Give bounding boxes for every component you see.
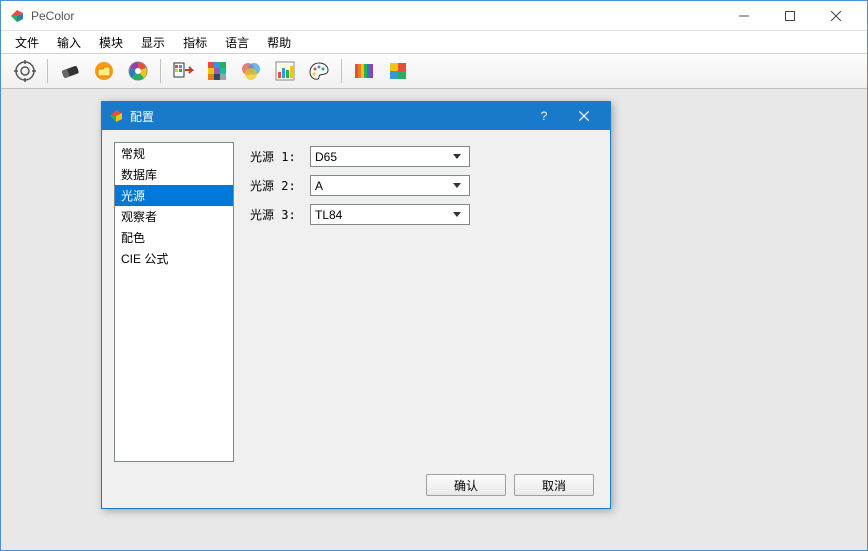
illuminant-1-label: 光源 1:: [250, 148, 310, 165]
cancel-button[interactable]: 取消: [514, 474, 594, 496]
combo-value: TL84: [315, 208, 449, 222]
illuminant-3-combo[interactable]: TL84: [310, 204, 470, 225]
app-icon: [9, 8, 25, 24]
color-wheel-icon[interactable]: [124, 57, 152, 85]
category-matching[interactable]: 配色: [115, 227, 233, 248]
combo-value: D65: [315, 150, 449, 164]
spectrum-icon[interactable]: [350, 57, 378, 85]
setting-row-1: 光源 1: D65: [250, 146, 598, 167]
menu-input[interactable]: 输入: [49, 32, 89, 53]
maximize-button[interactable]: [767, 1, 813, 31]
main-window: PeColor 文件 输入 模块 显示 指标 语言 帮助: [0, 0, 868, 551]
minimize-button[interactable]: [721, 1, 767, 31]
gear-icon[interactable]: [11, 57, 39, 85]
ok-button[interactable]: 确认: [426, 474, 506, 496]
folder-icon[interactable]: [90, 57, 118, 85]
category-observer[interactable]: 观察者: [115, 206, 233, 227]
chart-icon[interactable]: [271, 57, 299, 85]
menu-display[interactable]: 显示: [133, 32, 173, 53]
category-illuminant[interactable]: 光源: [115, 185, 233, 206]
dialog-help-button[interactable]: ?: [524, 102, 564, 130]
dialog-close-button[interactable]: [564, 102, 604, 130]
close-button[interactable]: [813, 1, 859, 31]
dialog-body: 常规 数据库 光源 观察者 配色 CIE 公式 光源 1: D65: [102, 130, 610, 508]
menu-index[interactable]: 指标: [175, 32, 215, 53]
menu-help[interactable]: 帮助: [259, 32, 299, 53]
dialog-titlebar[interactable]: 配置 ?: [102, 102, 610, 130]
paint-palette-icon[interactable]: [305, 57, 333, 85]
dialog-title: 配置: [130, 108, 524, 125]
color-block-icon[interactable]: [384, 57, 412, 85]
app-title: PeColor: [31, 9, 721, 23]
window-controls: [721, 1, 859, 31]
workspace: 配置 ? 常规 数据库 光源 观察者 配色 CIE 公式: [1, 89, 867, 550]
category-database[interactable]: 数据库: [115, 164, 233, 185]
config-dialog: 配置 ? 常规 数据库 光源 观察者 配色 CIE 公式: [101, 101, 611, 509]
menubar: 文件 输入 模块 显示 指标 语言 帮助: [1, 31, 867, 53]
illuminant-3-label: 光源 3:: [250, 206, 310, 223]
menu-file[interactable]: 文件: [7, 32, 47, 53]
illuminant-1-combo[interactable]: D65: [310, 146, 470, 167]
settings-panel: 光源 1: D65 光源 2: A: [250, 142, 598, 462]
menu-module[interactable]: 模块: [91, 32, 131, 53]
menu-language[interactable]: 语言: [217, 32, 257, 53]
illuminant-2-combo[interactable]: A: [310, 175, 470, 196]
venn-icon[interactable]: [237, 57, 265, 85]
chevron-down-icon: [449, 154, 465, 160]
main-titlebar: PeColor: [1, 1, 867, 31]
palette-output-icon[interactable]: [169, 57, 197, 85]
eraser-icon[interactable]: [56, 57, 84, 85]
toolbar-separator: [341, 59, 342, 83]
grid-swatch-icon[interactable]: [203, 57, 231, 85]
setting-row-2: 光源 2: A: [250, 175, 598, 196]
category-list[interactable]: 常规 数据库 光源 观察者 配色 CIE 公式: [114, 142, 234, 462]
category-general[interactable]: 常规: [115, 143, 233, 164]
setting-row-3: 光源 3: TL84: [250, 204, 598, 225]
toolbar-separator: [47, 59, 48, 83]
chevron-down-icon: [449, 183, 465, 189]
combo-value: A: [315, 179, 449, 193]
illuminant-2-label: 光源 2:: [250, 177, 310, 194]
category-cie-formula[interactable]: CIE 公式: [115, 248, 233, 269]
dialog-main: 常规 数据库 光源 观察者 配色 CIE 公式 光源 1: D65: [114, 142, 598, 462]
toolbar: [1, 53, 867, 89]
toolbar-separator: [160, 59, 161, 83]
chevron-down-icon: [449, 212, 465, 218]
dialog-app-icon: [108, 108, 124, 124]
dialog-button-row: 确认 取消: [114, 474, 598, 496]
